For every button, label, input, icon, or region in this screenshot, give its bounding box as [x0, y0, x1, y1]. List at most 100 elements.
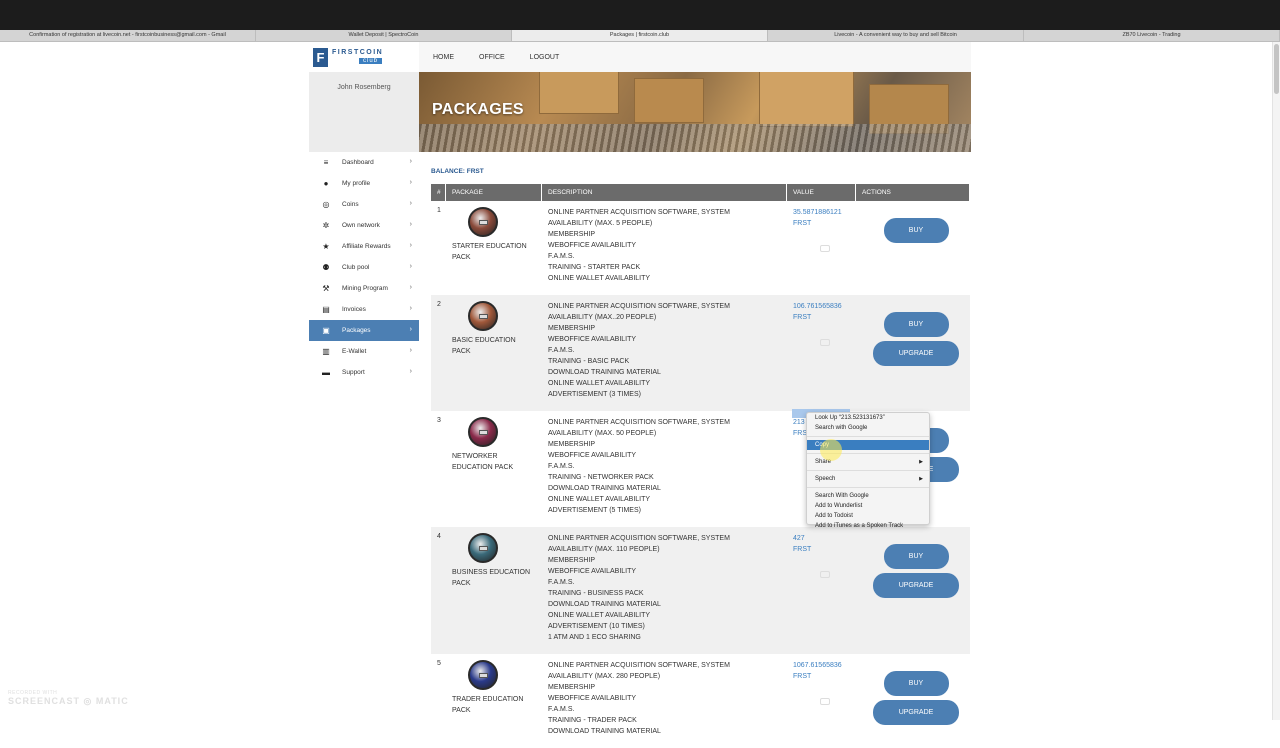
scrollbar-thumb[interactable] [1274, 44, 1279, 94]
package-value[interactable]: 427 [793, 533, 856, 544]
watermark-big-text: SCREENCAST ◎ MATIC [8, 696, 129, 706]
sidebar-item-club-pool[interactable]: ⚉ Club pool › [309, 257, 419, 278]
header-value: VALUE [787, 184, 856, 201]
sidebar-item-label: My profile [342, 180, 371, 187]
table-row: 2 BASIC EDUCATION PACK ONLINE PARTNER ACQU… [431, 295, 970, 411]
package-value[interactable]: 106.761565836 [793, 301, 856, 312]
description-line: MEMBERSHIP [548, 684, 596, 691]
browser-tab[interactable]: ZB70 Livecoin - Trading [1024, 30, 1280, 41]
chevron-right-icon: › [409, 305, 412, 312]
wallet-icon: ▥ [322, 347, 330, 356]
description-line: ONLINE PARTNER ACQUISITION SOFTWARE, SYS… [548, 419, 730, 426]
package-name: TRADER EDUCATION PACK [452, 696, 524, 714]
value-unit: FRST [793, 220, 812, 227]
package-medal-icon [468, 660, 498, 690]
description-line: 1 ATM AND 1 ECO SHARING [548, 634, 641, 641]
sidebar-item-invoices[interactable]: ▤ Invoices › [309, 299, 419, 320]
sidebar-item-coins[interactable]: ◎ Coins › [309, 194, 419, 215]
row-number: 4 [437, 533, 441, 540]
row-number: 2 [437, 301, 441, 308]
context-menu-item-search-with-google[interactable]: Search With Google [807, 491, 929, 501]
context-menu-label: Search With Google [815, 493, 869, 499]
package-value[interactable]: 35.5871886121 [793, 207, 856, 218]
sidebar-item-dashboard[interactable]: ≡ Dashboard › [309, 152, 419, 173]
value-unit: FRST [793, 546, 812, 553]
description-line: ADVERTISEMENT (10 TIMES) [548, 623, 645, 630]
buy-button[interactable]: BUY [883, 218, 949, 243]
chevron-right-icon: › [409, 158, 412, 165]
upgrade-button[interactable]: UPGRADE [873, 700, 959, 725]
description-line: ONLINE PARTNER ACQUISITION SOFTWARE, SYS… [548, 535, 730, 542]
context-menu-item-speech[interactable]: Speech ▶ [807, 474, 929, 484]
top-nav: HOME OFFICE LOGOUT [419, 42, 971, 72]
medal-emblem [479, 546, 488, 551]
upgrade-button[interactable]: UPGRADE [873, 341, 959, 366]
buy-button[interactable]: BUY [883, 671, 949, 696]
chevron-right-icon: › [409, 200, 412, 207]
package-name: NETWORKER EDUCATION PACK [452, 453, 514, 471]
browser-tab[interactable]: Wallet Deposit | SpectroCoin [256, 30, 512, 41]
description-line: MEMBERSHIP [548, 557, 596, 564]
sidebar-item-own-network[interactable]: ✲ Own network › [309, 215, 419, 236]
chevron-right-icon: › [409, 284, 412, 291]
nav-logout-link[interactable]: LOGOUT [530, 54, 560, 61]
logo-club: club [359, 58, 383, 64]
description-line: AVAILABILITY (MAX. 5 PEOPLE) [548, 220, 653, 227]
conveyor-rails [419, 124, 971, 152]
sidebar-item-mining-program[interactable]: ⚒ Mining Program › [309, 278, 419, 299]
sidebar-item-e-wallet[interactable]: ▥ E-Wallet › [309, 341, 419, 362]
banner-box-decoration [634, 78, 704, 123]
chevron-right-icon: › [409, 326, 412, 333]
nav-office-link[interactable]: OFFICE [479, 54, 505, 61]
upgrade-button[interactable]: UPGRADE [873, 573, 959, 598]
browser-tab[interactable]: Packages | firstcoin.club [512, 30, 768, 41]
value-cell: 1067.61565836 FRST [787, 654, 856, 748]
description-cell: ONLINE PARTNER ACQUISITION SOFTWARE, SYS… [542, 201, 787, 295]
description-line: WEBOFFICE AVAILABILITY [548, 242, 637, 249]
description-line: ONLINE PARTNER ACQUISITION SOFTWARE, SYS… [548, 303, 730, 310]
sidebar-item-packages[interactable]: ▣ Packages › [309, 320, 419, 341]
firstcoin-logo[interactable]: F FIRSTCOIN club [313, 48, 393, 70]
actions-cell: BUY [856, 201, 970, 295]
description-line: ONLINE WALLET AVAILABILITY [548, 275, 651, 282]
sidebar-item-my-profile[interactable]: ● My profile › [309, 173, 419, 194]
chevron-right-icon: › [409, 221, 412, 228]
context-menu-item-look-up-213-523131673[interactable]: Look Up “213.523131673” [807, 413, 929, 423]
buy-button[interactable]: BUY [883, 312, 949, 337]
chevron-right-icon: › [409, 179, 412, 186]
logo-text: FIRSTCOIN [332, 49, 384, 56]
row-number: 1 [437, 207, 441, 214]
sidebar-item-label: Own network [342, 222, 380, 229]
context-menu-item-add-to-todoist[interactable]: Add to Todoist [807, 511, 929, 521]
context-menu-item-add-to-itunes-as-a-spoken-track[interactable]: Add to iTunes as a Spoken Track [807, 521, 929, 531]
sidebar-item-label: Affiliate Rewards [342, 243, 391, 250]
sidebar-item-affiliate-rewards[interactable]: ★ Affiliate Rewards › [309, 236, 419, 257]
sidebar-item-label: Dashboard [342, 159, 374, 166]
sidebar-item-label: Support [342, 369, 365, 376]
sidebar-item-support[interactable]: ▬ Support › [309, 362, 419, 383]
faded-coin-icon [820, 245, 830, 252]
context-menu-separator [807, 470, 929, 471]
package-value[interactable]: 1067.61565836 [793, 660, 856, 671]
description-line: TRAINING - STARTER PACK [548, 264, 641, 271]
packages-banner: PACKAGES [419, 72, 971, 152]
browser-tabs: Confirmation of registration at livecoin… [0, 30, 1280, 42]
context-menu-item-search-with-google[interactable]: Search with Google [807, 423, 929, 433]
description-line: TRAINING - TRADER PACK [548, 717, 637, 724]
package-cell: BUSINESS EDUCATION PACK [446, 527, 542, 654]
sidebar-item-label: Mining Program [342, 285, 388, 292]
medal-emblem [479, 673, 488, 678]
browser-tab[interactable]: Livecoin - A convenient way to buy and s… [768, 30, 1024, 41]
nav-home-link[interactable]: HOME [433, 54, 454, 61]
header-number: # [431, 184, 446, 201]
scrollbar-track[interactable] [1272, 42, 1280, 720]
submenu-arrow-icon: ▶ [919, 476, 923, 482]
buy-button[interactable]: BUY [883, 544, 949, 569]
users-icon: ⚉ [322, 263, 330, 272]
context-menu-item-add-to-wunderlist[interactable]: Add to Wunderlist [807, 501, 929, 511]
browser-tab[interactable]: Confirmation of registration at livecoin… [0, 30, 256, 41]
package-cell: TRADER EDUCATION PACK [446, 654, 542, 748]
faded-coin-icon [820, 698, 830, 705]
actions-cell: BUY UPGRADE [856, 527, 970, 654]
logo-mark: F [313, 48, 328, 67]
